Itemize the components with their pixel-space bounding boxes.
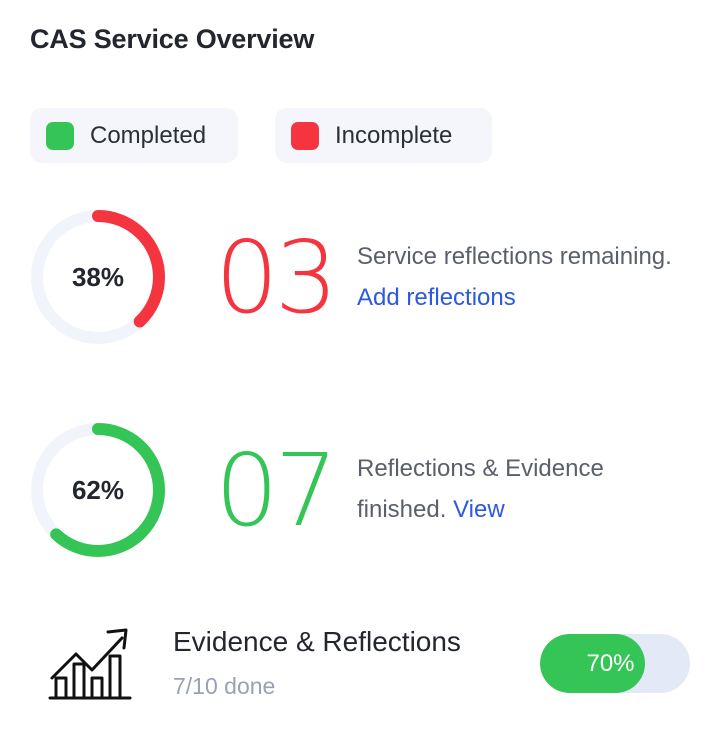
growth-chart-icon bbox=[48, 626, 132, 702]
finished-description: Reflections & Evidence finished. View bbox=[357, 448, 697, 530]
completed-swatch bbox=[46, 121, 74, 150]
incomplete-swatch bbox=[291, 121, 319, 150]
remaining-description: Service reflections remaining. Add refle… bbox=[357, 236, 697, 318]
remaining-text: Service reflections remaining. bbox=[357, 243, 672, 270]
evidence-title: Evidence & Reflections bbox=[173, 626, 461, 657]
legend-label-completed: Completed bbox=[90, 121, 207, 149]
legend-incomplete: Incomplete bbox=[275, 108, 492, 163]
page-title: CAS Service Overview bbox=[30, 24, 315, 54]
progress-ring-finished: 62% bbox=[28, 420, 168, 560]
legend-label-incomplete: Incomplete bbox=[335, 121, 453, 149]
evidence-subtitle: 7/10 done bbox=[173, 673, 276, 699]
legend-completed: Completed bbox=[30, 108, 238, 163]
ring-percent-label: 62% bbox=[71, 474, 125, 505]
view-link[interactable]: View bbox=[453, 496, 505, 523]
progress-ring-remaining: 38% bbox=[28, 207, 168, 347]
evidence-progress-pill[interactable]: 70% bbox=[540, 634, 690, 693]
finished-count: 07 bbox=[215, 432, 338, 549]
evidence-progress-label: 70% bbox=[586, 649, 635, 677]
evidence-progress-fill: 70% bbox=[540, 634, 645, 693]
remaining-count: 03 bbox=[215, 219, 338, 336]
add-reflections-link[interactable]: Add reflections bbox=[357, 284, 516, 311]
ring-percent-label: 38% bbox=[71, 261, 125, 292]
